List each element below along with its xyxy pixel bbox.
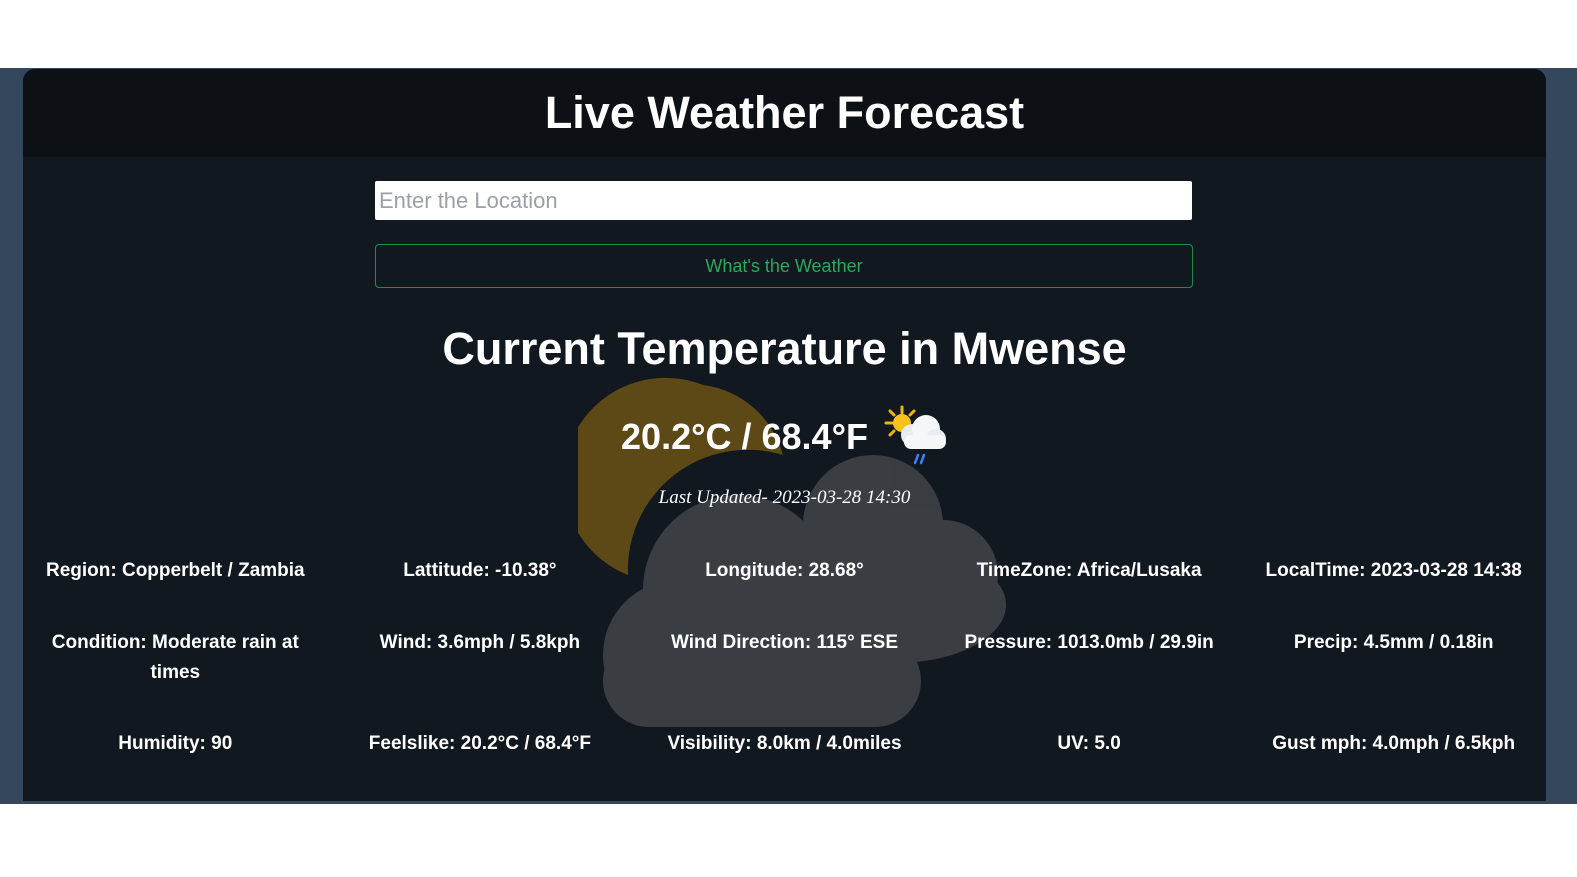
- current-temperature-heading: Current Temperature in Mwense: [442, 323, 1127, 374]
- whats-the-weather-button[interactable]: What's the Weather: [375, 244, 1193, 288]
- temperature-row: 20.2°C / 68.4°F: [23, 405, 1546, 469]
- stat-longitude: Longitude: 28.68°: [705, 560, 864, 581]
- location-search-input[interactable]: [375, 181, 1192, 220]
- stat-feelslike: Feelslike: 20.2°C / 68.4°F: [368, 733, 591, 754]
- weather-card: Live Weather Forecast What's the Weather…: [23, 69, 1546, 801]
- stat-timezone: TimeZone: Africa/Lusaka: [976, 560, 1202, 581]
- stat-wind: Wind: 3.6mph / 5.8kph: [379, 632, 581, 653]
- app-header: Live Weather Forecast: [23, 69, 1546, 157]
- stat-humidity: Humidity: 90: [118, 733, 233, 754]
- stat-uv: UV: 5.0: [1057, 733, 1121, 754]
- temperature-value: 20.2°C / 68.4°F: [621, 416, 868, 457]
- app-title: Live Weather Forecast: [544, 87, 1025, 138]
- weather-stats-grid: Region: Copperbelt / Zambia Lattitude: -…: [23, 549, 1546, 782]
- stat-visibility: Visibility: 8.0km / 4.0miles: [667, 733, 902, 754]
- stat-condition: Condition: Moderate rain at times: [51, 632, 299, 683]
- stat-wind-direction: Wind Direction: 115° ESE: [670, 632, 899, 653]
- stat-localtime: LocalTime: 2023-03-28 14:38: [1265, 560, 1522, 581]
- last-updated-text: Last Updated- 2023-03-28 14:30: [658, 487, 911, 508]
- sun-cloud-rain-icon: [884, 405, 946, 465]
- stat-gust: Gust mph: 4.0mph / 6.5kph: [1272, 733, 1516, 754]
- stat-pressure: Pressure: 1013.0mb / 29.9in: [964, 632, 1214, 653]
- stat-region: Region: Copperbelt / Zambia: [45, 560, 305, 581]
- stat-precip: Precip: 4.5mm / 0.18in: [1293, 632, 1494, 653]
- stat-latitude: Lattitude: -10.38°: [403, 560, 557, 581]
